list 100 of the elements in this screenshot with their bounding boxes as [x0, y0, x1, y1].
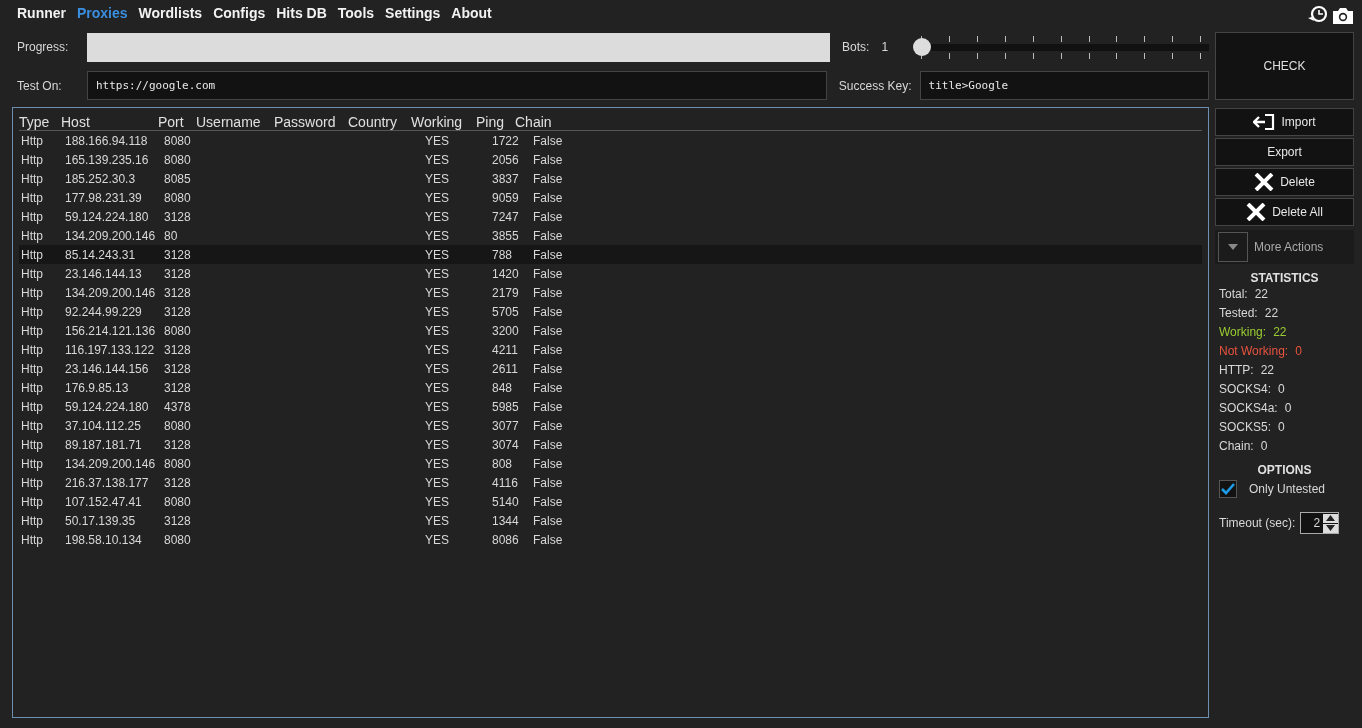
timeout-spinner[interactable]: 2 [1300, 512, 1340, 534]
table-cell-text: False [532, 456, 563, 471]
table-cell-text: 4116 [491, 475, 519, 490]
table-cell-text: 3128 [163, 285, 192, 300]
statistic-text: HTTP: 22 [1218, 362, 1276, 379]
table-cell-text: 89.187.181.71 [64, 437, 143, 452]
table-row[interactable]: Http 89.187.181.71 3128 YES 3074 False [19, 435, 1202, 454]
table-cell-text: False [532, 342, 563, 357]
column-header[interactable]: Country [348, 114, 411, 130]
table-cell-text: 3128 [163, 247, 192, 262]
table-cell-text: 3128 [163, 475, 192, 490]
table-cell-text: 176.9.85.13 [64, 380, 130, 395]
table-row[interactable]: Http 23.146.144.13 3128 YES 1420 False [19, 264, 1202, 283]
table-row[interactable]: Http 165.139.235.16 8080 YES 2056 False [19, 150, 1202, 169]
table-row[interactable]: Http 216.37.138.177 3128 YES 4116 False [19, 473, 1202, 492]
table-row[interactable]: Http 59.124.224.180 4378 YES 5985 False [19, 397, 1202, 416]
table-cell-text: 2056 [491, 152, 520, 167]
camera-icon[interactable] [1332, 5, 1354, 25]
table-cell-text: YES [424, 266, 450, 281]
table-cell-text: YES [424, 285, 450, 300]
table-row[interactable]: Http 177.98.231.39 8080 YES 9059 False [19, 188, 1202, 207]
checkmark-icon [1221, 483, 1235, 495]
timeout-label: Timeout (sec): [1219, 516, 1296, 530]
column-header[interactable]: Ping [476, 114, 515, 130]
table-cell-text: 3077 [491, 418, 520, 433]
table-cell-text: 165.139.235.16 [64, 152, 150, 167]
column-header[interactable]: Chain [515, 114, 552, 130]
statistic-text: Not Working: 0 [1218, 343, 1303, 360]
table-cell-text: YES [424, 494, 450, 509]
column-header[interactable]: Working [411, 114, 476, 130]
action-button[interactable]: Delete All [1215, 198, 1354, 226]
table-row[interactable]: Http 116.197.133.122 3128 YES 4211 False [19, 340, 1202, 359]
table-row[interactable]: Http 92.244.99.229 3128 YES 5705 False [19, 302, 1202, 321]
more-actions-dropdown[interactable]: More Actions [1215, 230, 1354, 264]
table-cell-text: 134.209.200.146 [64, 456, 157, 471]
menu-tab[interactable]: Settings [385, 5, 441, 21]
table-cell-text: 85.14.243.31 [64, 247, 137, 262]
action-button[interactable]: Import [1215, 108, 1354, 136]
table-cell-text: YES [424, 475, 450, 490]
options-heading: OPTIONS [1256, 463, 1313, 477]
table-cell-text: YES [424, 228, 450, 243]
menu-tab[interactable]: Hits DB [276, 5, 327, 21]
table-cell-text: False [532, 513, 563, 528]
history-icon[interactable] [1307, 5, 1329, 25]
test-on-field[interactable]: https://google.com [87, 71, 827, 100]
table-row[interactable]: Http 185.252.30.3 8085 YES 3837 False [19, 169, 1202, 188]
table-cell-text: 216.37.138.177 [64, 475, 150, 490]
table-row[interactable]: Http 176.9.85.13 3128 YES 848 False [19, 378, 1202, 397]
table-cell-text: Http [20, 171, 44, 186]
table-cell-text: 8080 [163, 152, 192, 167]
table-row[interactable]: Http 134.209.200.146 8080 YES 808 False [19, 454, 1202, 473]
table-row[interactable]: Http 37.104.112.25 8080 YES 3077 False [19, 416, 1202, 435]
action-button[interactable]: Delete [1215, 168, 1354, 196]
table-cell-text: Http [20, 133, 44, 148]
table-cell-text: Http [20, 190, 44, 205]
menu-tab[interactable]: About [451, 5, 492, 21]
table-row[interactable]: Http 134.209.200.146 80 YES 3855 False [19, 226, 1202, 245]
increment-button[interactable] [1323, 513, 1339, 523]
table-cell-text: YES [424, 380, 450, 395]
down-arrow-icon [1326, 525, 1336, 531]
table-cell-text: 8080 [163, 190, 192, 205]
table-row[interactable]: Http 59.124.224.180 3128 YES 7247 False [19, 207, 1202, 226]
dropdown-toggle[interactable] [1218, 232, 1248, 262]
table-cell-text: YES [424, 399, 450, 414]
table-cell-text: 92.244.99.229 [64, 304, 143, 319]
menu-tab[interactable]: Proxies [77, 5, 128, 21]
column-header[interactable]: Port [158, 114, 196, 130]
decrement-button[interactable] [1323, 523, 1339, 533]
table-cell-text: False [532, 190, 563, 205]
table-cell-text: YES [424, 133, 450, 148]
menu-tab[interactable]: Configs [213, 5, 266, 21]
caret-icon [1228, 243, 1238, 251]
success-key-field[interactable]: title>Google [919, 71, 1209, 100]
table-row[interactable]: Http 188.166.94.118 8080 YES 1722 False [19, 131, 1202, 150]
table-row[interactable]: Http 23.146.144.156 3128 YES 2611 False [19, 359, 1202, 378]
column-header[interactable]: Type [19, 114, 61, 130]
menu-tab[interactable]: Tools [337, 5, 375, 21]
table-row[interactable]: Http 198.58.10.134 8080 YES 8086 False [19, 530, 1202, 549]
statistic-text: SOCKS5: 0 [1218, 419, 1286, 436]
menu-tab[interactable]: Runner [17, 5, 66, 21]
statistic-text: Total: 22 [1218, 286, 1270, 303]
column-header[interactable]: Password [274, 114, 348, 130]
table-cell-text: False [532, 532, 563, 547]
import-icon [1253, 114, 1276, 130]
table-cell-text: 7247 [491, 209, 520, 224]
table-row[interactable]: Http 134.209.200.146 3128 YES 2179 False [19, 283, 1202, 302]
table-cell-text: YES [424, 304, 450, 319]
table-row[interactable]: Http 156.214.121.136 8080 YES 3200 False [19, 321, 1202, 340]
menu-tab[interactable]: Wordlists [138, 5, 203, 21]
table-row[interactable]: Http 107.152.47.41 8080 YES 5140 False [19, 492, 1202, 511]
table-row[interactable]: Http 85.14.243.31 3128 YES 788 False [19, 245, 1202, 264]
only-untested-checkbox[interactable] [1219, 480, 1237, 498]
table-row[interactable]: Http 50.17.139.35 3128 YES 1344 False [19, 511, 1202, 530]
table-cell-text: 177.98.231.39 [64, 190, 143, 205]
table-cell-text: 37.104.112.25 [64, 418, 142, 433]
column-header[interactable]: Username [196, 114, 274, 130]
action-button[interactable]: Export [1215, 138, 1354, 166]
column-header[interactable]: Host [61, 114, 158, 130]
check-button[interactable]: CHECK [1215, 32, 1354, 100]
table-cell-text: 50.17.139.35 [64, 513, 137, 528]
